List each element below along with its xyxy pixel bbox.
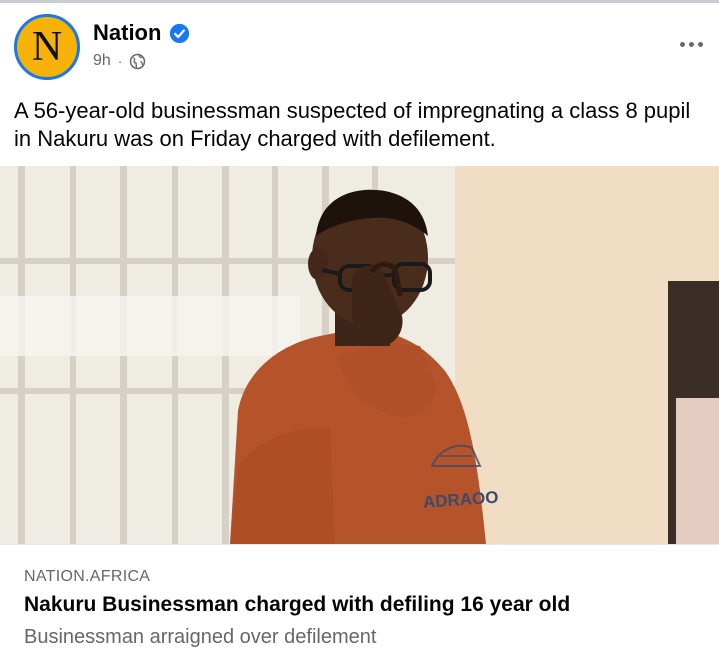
post-text: A 56-year-old businessman suspected of i… (14, 98, 691, 151)
meta-separator: · (117, 53, 123, 69)
avatar-logo: N (22, 22, 72, 72)
more-dot (679, 41, 685, 47)
post-photo[interactable]: ADRAOO (0, 166, 719, 544)
more-dot (688, 41, 694, 47)
page-name-link[interactable]: Nation (93, 20, 161, 46)
more-dot (697, 41, 703, 47)
post-time-link[interactable]: 9h (93, 52, 111, 70)
more-options-icon[interactable] (673, 33, 709, 55)
verified-badge-icon (170, 23, 190, 43)
link-title[interactable]: Nakuru Businessman charged with defiling… (24, 593, 570, 617)
link-description: Businessman arraigned over defilement (24, 626, 377, 648)
page-avatar[interactable]: N (14, 14, 80, 80)
link-domain: NATION.AFRICA (24, 568, 151, 585)
post-meta: 9h · (93, 52, 146, 70)
link-preview[interactable]: NATION.AFRICA Nakuru Businessman charged… (0, 544, 719, 672)
name-row: Nation (93, 20, 190, 46)
globe-icon[interactable] (129, 53, 146, 70)
post-header: N Nation 9h · (0, 3, 719, 89)
photo-illustration: ADRAOO (0, 166, 719, 544)
